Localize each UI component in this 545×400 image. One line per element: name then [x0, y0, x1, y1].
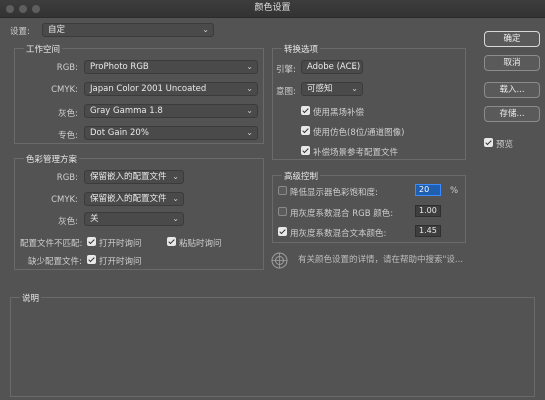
blend-text-checkbox[interactable] [278, 227, 287, 236]
ask-when-pasting-label: 粘贴时询问 [179, 239, 222, 249]
advanced-title: 高级控制 [282, 170, 321, 182]
settings-value: 自定 [48, 25, 66, 35]
ws-rgb-select[interactable]: ProPhoto RGB ⌄ [84, 60, 258, 74]
preview-label: 预览 [496, 140, 514, 150]
preview-checkbox[interactable] [484, 138, 493, 147]
settings-select[interactable]: 自定 ⌄ [42, 23, 214, 37]
save-button[interactable]: 存储... [484, 106, 540, 122]
compensate-label: 补偿场景参考配置文件 [313, 148, 399, 158]
desaturate-checkbox[interactable] [278, 186, 287, 195]
chevron-down-icon: ⌄ [351, 62, 358, 71]
policy-cmyk-label: CMYK: [51, 195, 78, 205]
chevron-down-icon: ⌄ [172, 194, 179, 203]
chevron-down-icon: ⌄ [172, 172, 179, 181]
missing-profile-label: 缺少配置文件: [28, 257, 82, 267]
desaturate-label: 降低显示器色彩饱和度: [290, 188, 378, 198]
dither-checkbox[interactable] [301, 126, 310, 135]
chevron-down-icon: ⌄ [246, 62, 253, 71]
compensate-checkbox[interactable] [301, 146, 310, 155]
window-title: 颜色设置 [254, 3, 291, 13]
dither-label: 使用仿色(8位/通道图像) [313, 128, 405, 138]
load-button[interactable]: 载入... [484, 82, 540, 98]
blend-text-input[interactable]: 1.45 [415, 225, 441, 237]
minimize-window-button[interactable] [19, 5, 27, 13]
engine-label: 引擎: [276, 65, 296, 75]
policy-cmyk-select[interactable]: 保留嵌入的配置文件 ⌄ [84, 192, 184, 206]
cancel-button[interactable]: 取消 [484, 55, 540, 71]
description-group [10, 297, 535, 397]
black-point-checkbox[interactable] [301, 106, 310, 115]
black-point-label: 使用黑场补偿 [313, 108, 365, 118]
policy-cmyk-value: 保留嵌入的配置文件 [90, 194, 167, 204]
blend-rgb-checkbox[interactable] [278, 207, 287, 216]
help-hint-text: 有关颜色设置的详情，请在帮助中搜索"设... [298, 255, 464, 265]
description-title: 说明 [20, 292, 42, 304]
chevron-down-icon: ⌄ [202, 25, 209, 34]
conversion-title: 转换选项 [282, 43, 321, 55]
policy-gray-select[interactable]: 关 ⌄ [84, 212, 184, 226]
policy-gray-value: 关 [90, 214, 99, 224]
policy-rgb-value: 保留嵌入的配置文件 [90, 172, 167, 182]
chevron-down-icon: ⌄ [246, 84, 253, 93]
ws-cmyk-select[interactable]: Japan Color 2001 Uncoated ⌄ [84, 82, 258, 96]
ws-spot-label: 专色: [58, 131, 78, 141]
color-settings-info-icon [271, 252, 288, 269]
chevron-down-icon: ⌄ [351, 84, 358, 93]
intent-select[interactable]: 可感知 ⌄ [301, 82, 363, 96]
intent-label: 意图: [276, 87, 296, 97]
ask-when-opening-checkbox[interactable] [87, 237, 96, 246]
title-bar: 颜色设置 [0, 0, 545, 18]
blend-text-label: 用灰度系数混合文本颜色: [290, 229, 387, 239]
ask-when-pasting-checkbox[interactable] [167, 237, 176, 246]
ws-rgb-label: RGB: [56, 63, 78, 73]
desaturate-unit: % [450, 186, 459, 196]
ws-rgb-value: ProPhoto RGB [90, 62, 149, 72]
ask-when-opening-label: 打开时询问 [99, 239, 142, 249]
working-spaces-title: 工作空间 [24, 43, 63, 55]
engine-select[interactable]: Adobe (ACE) ⌄ [301, 60, 363, 74]
missing-ask-when-opening-label: 打开时询问 [99, 257, 142, 267]
ws-gray-label: 灰色: [58, 109, 78, 119]
blend-rgb-input[interactable]: 1.00 [415, 205, 441, 217]
desaturate-input[interactable]: 20 [415, 184, 441, 196]
missing-ask-when-opening-checkbox[interactable] [87, 255, 96, 264]
policy-rgb-label: RGB: [56, 173, 78, 183]
policy-rgb-select[interactable]: 保留嵌入的配置文件 ⌄ [84, 170, 184, 184]
ok-button[interactable]: 确定 [484, 31, 540, 47]
chevron-down-icon: ⌄ [172, 214, 179, 223]
zoom-window-button[interactable] [32, 5, 40, 13]
intent-value: 可感知 [307, 84, 333, 94]
ws-gray-select[interactable]: Gray Gamma 1.8 ⌄ [84, 104, 258, 118]
blend-rgb-label: 用灰度系数混合 RGB 颜色: [290, 209, 394, 219]
chevron-down-icon: ⌄ [246, 106, 253, 115]
ws-spot-select[interactable]: Dot Gain 20% ⌄ [84, 126, 258, 140]
ws-cmyk-value: Japan Color 2001 Uncoated [90, 84, 207, 94]
chevron-down-icon: ⌄ [246, 128, 253, 137]
close-window-button[interactable] [6, 5, 14, 13]
ws-cmyk-label: CMYK: [51, 85, 78, 95]
policy-gray-label: 灰色: [58, 217, 78, 227]
profile-mismatch-label: 配置文件不匹配: [20, 239, 83, 249]
policies-title: 色彩管理方案 [24, 153, 80, 165]
ws-spot-value: Dot Gain 20% [90, 128, 149, 138]
ws-gray-value: Gray Gamma 1.8 [90, 106, 163, 116]
settings-label: 设置: [10, 27, 30, 37]
